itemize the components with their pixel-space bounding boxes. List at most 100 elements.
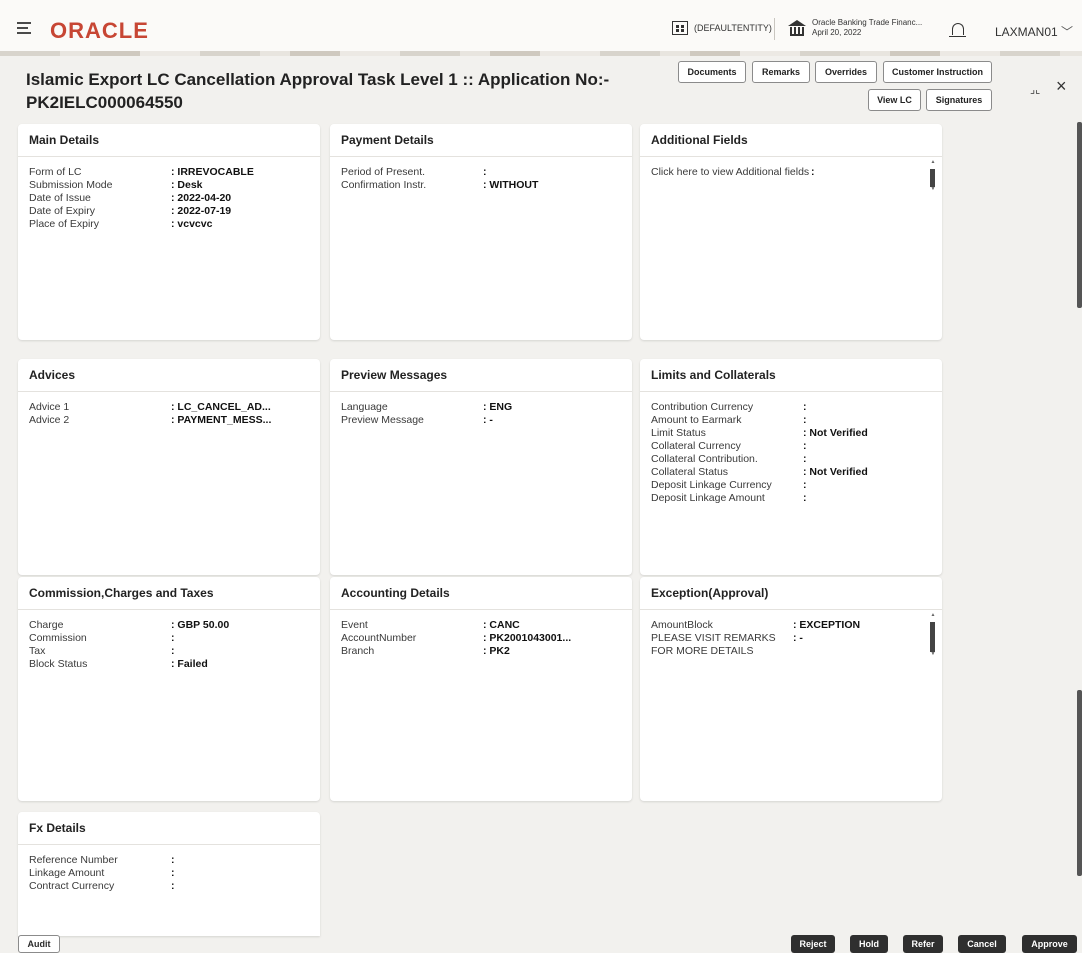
- panel-title: Additional Fields: [640, 124, 942, 157]
- field-label: AmountBlock: [651, 619, 713, 631]
- branch-selector[interactable]: Oracle Banking Trade Financ... April 20,…: [788, 18, 922, 38]
- field-value: :: [483, 166, 487, 178]
- main-details-panel: Main Details Form of LC: IRREVOCABLE Sub…: [18, 124, 320, 340]
- remarks-button[interactable]: Remarks: [752, 61, 810, 83]
- hold-button[interactable]: Hold: [850, 935, 888, 953]
- field-label: Linkage Amount: [29, 867, 105, 879]
- field-label: Advice 1: [29, 401, 70, 413]
- top-header: ORACLE (DEFAULTENTITY) Oracle Banking Tr…: [0, 0, 1082, 56]
- field-label: Reference Number: [29, 854, 118, 866]
- minimize-icon[interactable]: ⌟⌞: [1030, 83, 1040, 96]
- accounting-details-panel: Accounting Details Event : CANC AccountNu…: [330, 577, 632, 801]
- field-value: : Desk: [171, 179, 203, 191]
- documents-button[interactable]: Documents: [678, 61, 746, 83]
- limits-collaterals-panel: Limits and Collaterals Contribution Curr…: [640, 359, 942, 575]
- field-label: Event: [341, 619, 368, 631]
- field-value: : Failed: [171, 658, 208, 670]
- field-label: Submission Mode: [29, 179, 113, 191]
- additional-fields-panel: Additional Fields Click here to view Add…: [640, 124, 942, 340]
- field-label: Deposit Linkage Amount: [651, 492, 765, 504]
- field-label: AccountNumber: [341, 632, 417, 644]
- approve-button[interactable]: Approve: [1022, 935, 1077, 953]
- customer-instruction-button[interactable]: Customer Instruction: [883, 61, 992, 83]
- field-value: :: [803, 492, 807, 504]
- panel-title: Accounting Details: [330, 577, 632, 610]
- field-label: Charge: [29, 619, 64, 631]
- field-label: Form of LC: [29, 166, 82, 178]
- field-label: Collateral Currency: [651, 440, 741, 452]
- field-label: Limit Status: [651, 427, 706, 439]
- field-value: : Not Verified: [803, 466, 868, 478]
- oracle-logo: ORACLE: [50, 18, 149, 43]
- audit-button[interactable]: Audit: [18, 935, 60, 953]
- cancel-button[interactable]: Cancel: [958, 935, 1006, 953]
- bank-icon: [788, 20, 806, 36]
- field-label: Collateral Status: [651, 466, 729, 478]
- field-value: :: [811, 166, 815, 178]
- notification-bell-icon[interactable]: [949, 23, 966, 37]
- page-scrollbar-lower[interactable]: [1077, 690, 1082, 876]
- field-value[interactable]: : PAYMENT_MESS...: [171, 414, 271, 427]
- fx-details-panel: Fx Details Reference Number: Linkage Amo…: [18, 812, 320, 936]
- field-value: :: [803, 453, 807, 465]
- exception-approval-panel: Exception(Approval) AmountBlock : EXCEPTI…: [640, 577, 942, 801]
- panel-title: Limits and Collaterals: [640, 359, 942, 392]
- field-value: : CANC: [483, 619, 520, 631]
- header-stripe: [0, 51, 1082, 56]
- field-label: Date of Issue: [29, 192, 91, 204]
- field-value: : PK2001043001...: [483, 632, 572, 644]
- user-name: LAXMAN01: [995, 25, 1058, 39]
- panel-scrollbar[interactable]: ▲ ▼: [930, 160, 936, 192]
- panel-scrollbar[interactable]: ▲ ▼: [930, 613, 936, 657]
- field-value: : -: [793, 632, 803, 644]
- overrides-button[interactable]: Overrides: [815, 61, 877, 83]
- field-label: PLEASE VISIT REMARKS FOR MORE DETAILS: [651, 632, 776, 657]
- field-label: Period of Present.: [341, 166, 426, 178]
- field-label: Collateral Contribution.: [651, 453, 758, 465]
- field-label: Deposit Linkage Currency: [651, 479, 772, 491]
- building-icon: [672, 21, 688, 35]
- field-value: :: [171, 854, 175, 866]
- field-value[interactable]: : LC_CANCEL_AD...: [171, 401, 271, 414]
- field-label: Block Status: [29, 658, 88, 670]
- field-label: Contract Currency: [29, 880, 115, 892]
- user-menu[interactable]: LAXMAN01 ﹀: [995, 23, 1073, 40]
- additional-fields-link[interactable]: Click here to view Additional fields: [651, 166, 811, 179]
- reject-button[interactable]: Reject: [791, 935, 835, 953]
- panel-title: Fx Details: [18, 812, 320, 845]
- field-value: : vcvcvc: [171, 218, 213, 230]
- field-label: Commission: [29, 632, 87, 644]
- entity-label: (DEFAULTENTITY): [694, 23, 772, 33]
- menu-icon[interactable]: [17, 22, 31, 34]
- preview-messages-panel: Preview Messages Language: ENG Preview M…: [330, 359, 632, 575]
- action-footer: Audit Reject Hold Refer Cancel Approve: [0, 930, 1082, 953]
- panel-title: Exception(Approval): [640, 577, 942, 610]
- field-value: :: [803, 401, 807, 413]
- signatures-button[interactable]: Signatures: [926, 89, 992, 111]
- divider: [774, 18, 775, 40]
- field-value: : IRREVOCABLE: [171, 166, 254, 178]
- field-value: : PK2: [483, 645, 510, 657]
- entity-selector[interactable]: (DEFAULTENTITY): [672, 21, 772, 35]
- close-icon[interactable]: ×: [1056, 76, 1067, 97]
- field-label: Advice 2: [29, 414, 70, 426]
- field-label: Preview Message: [341, 414, 424, 426]
- refer-button[interactable]: Refer: [903, 935, 943, 953]
- field-label: Place of Expiry: [29, 218, 100, 230]
- field-value: : EXCEPTION: [793, 619, 861, 631]
- field-value: :: [171, 645, 175, 657]
- field-value: :: [803, 479, 807, 491]
- page-title-line1: Islamic Export LC Cancellation Approval …: [26, 70, 610, 89]
- field-value: : -: [483, 414, 493, 426]
- page-scrollbar[interactable]: [1077, 122, 1082, 308]
- bank-date: April 20, 2022: [812, 28, 862, 37]
- field-value: :: [171, 880, 175, 892]
- field-label: Amount to Earmark: [651, 414, 742, 426]
- panel-title: Commission,Charges and Taxes: [18, 577, 320, 610]
- field-label: Confirmation Instr.: [341, 179, 427, 191]
- application-number: PK2IELC000064550: [26, 93, 183, 112]
- commission-charges-panel: Commission,Charges and Taxes Charge: GBP…: [18, 577, 320, 801]
- view-lc-button[interactable]: View LC: [868, 89, 921, 111]
- field-label: Date of Expiry: [29, 205, 95, 217]
- field-label: Tax: [29, 645, 46, 657]
